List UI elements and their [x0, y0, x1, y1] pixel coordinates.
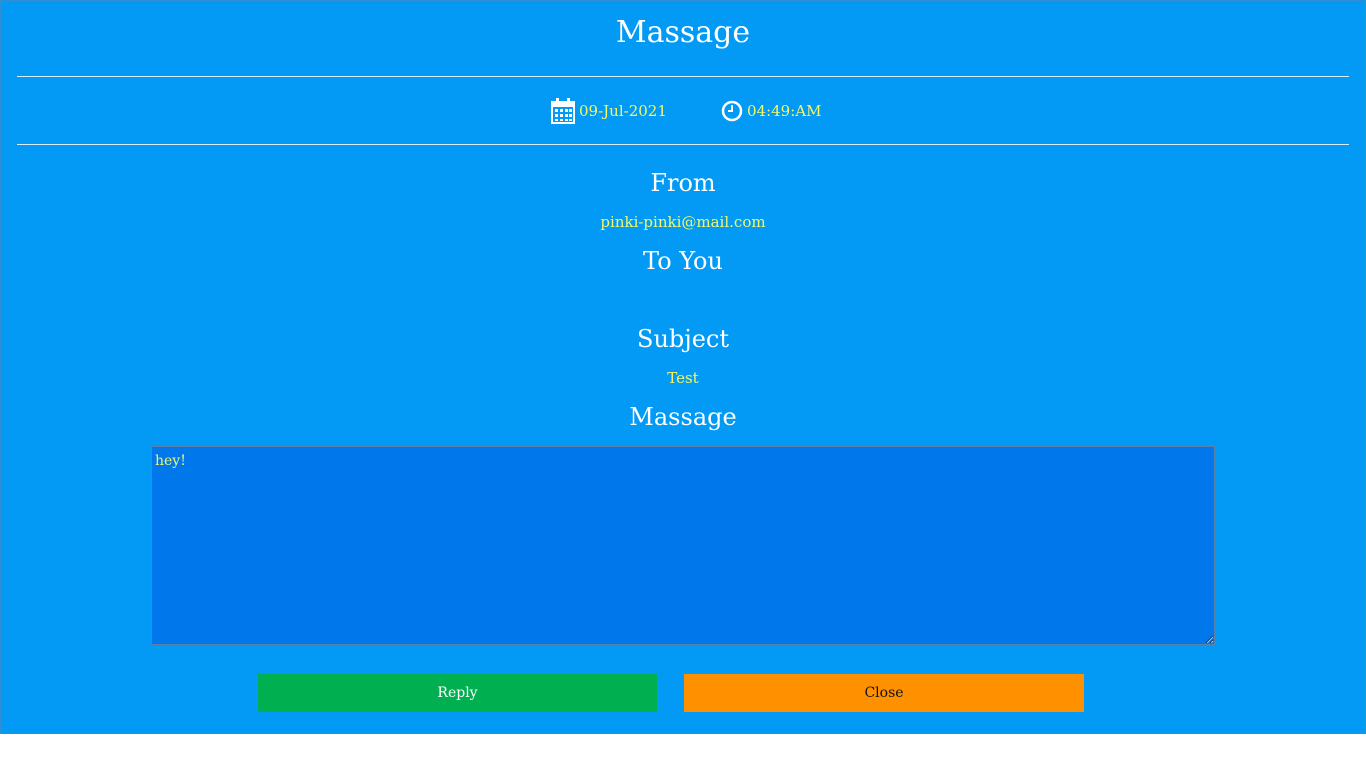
from-email: pinki-pinki@mail.com — [600, 213, 766, 231]
message-body-textarea[interactable]: hey! — [151, 446, 1215, 645]
reply-button[interactable]: Reply — [258, 674, 657, 712]
time-display: 04:49:AM — [721, 97, 821, 125]
date-text: 09-Jul-2021 — [579, 102, 667, 120]
message-heading: Massage — [629, 403, 737, 431]
date-display: 09-Jul-2021 — [551, 97, 667, 125]
subject-heading: Subject — [637, 325, 729, 353]
time-text: 04:49:AM — [747, 102, 822, 120]
subject-value: Test — [667, 369, 699, 387]
close-button[interactable]: Close — [684, 674, 1084, 712]
calendar-icon — [551, 98, 579, 124]
clock-icon — [721, 100, 747, 122]
from-heading: From — [650, 169, 716, 197]
message-view-panel: Massage 09-Jul-2021 04:49:AM From pinki-… — [0, 0, 1366, 734]
top-divider — [17, 76, 1349, 77]
bottom-divider — [17, 144, 1349, 145]
page-title: Massage — [615, 15, 751, 50]
to-heading: To You — [643, 247, 723, 275]
